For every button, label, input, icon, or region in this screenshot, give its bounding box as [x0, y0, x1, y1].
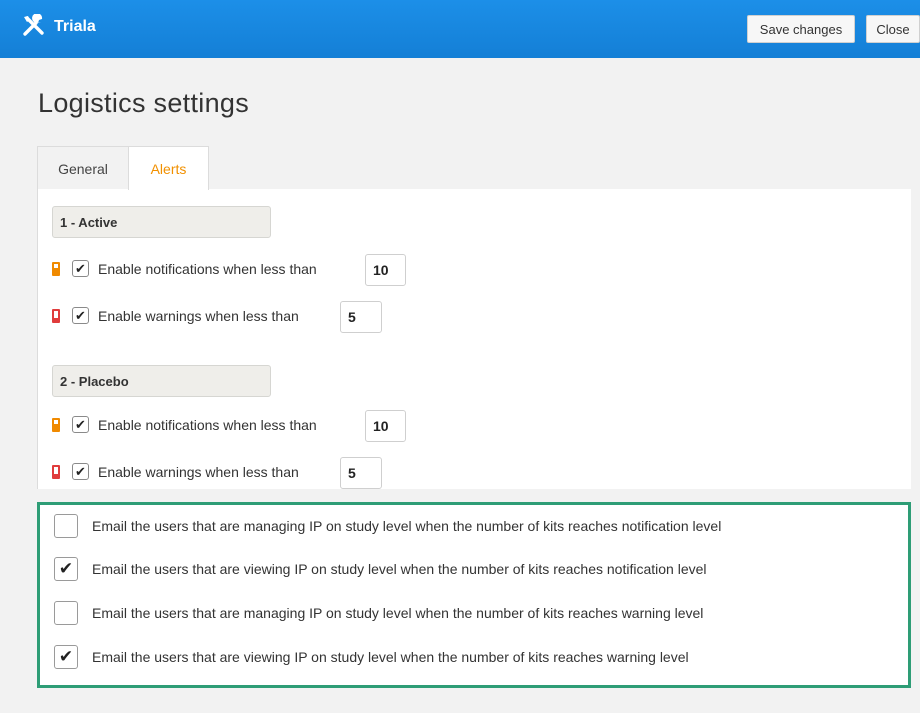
warning-label: Enable warnings when less than — [98, 464, 299, 480]
notification-threshold-input[interactable] — [365, 254, 406, 286]
enable-warnings-checkbox[interactable]: ✔ — [72, 307, 89, 324]
enable-warnings-checkbox[interactable]: ✔ — [72, 463, 89, 480]
tab-alerts[interactable]: Alerts — [128, 146, 209, 190]
level-notification-icon — [52, 418, 60, 432]
warning-row: ✔ Enable warnings when less than — [52, 301, 392, 333]
alerts-panel: 1 - Active ✔ Enable notifications when l… — [37, 189, 911, 489]
tab-general[interactable]: General — [37, 146, 129, 190]
notification-threshold-input[interactable] — [365, 410, 406, 442]
email-viewing-notification-checkbox[interactable]: ✔ — [54, 557, 78, 581]
notification-label: Enable notifications when less than — [98, 261, 317, 277]
email-option-label: Email the users that are viewing IP on s… — [92, 649, 689, 665]
level-warning-icon — [52, 309, 60, 323]
warning-threshold-input[interactable] — [340, 457, 382, 489]
notification-row: ✔ Enable notifications when less than — [52, 410, 412, 442]
tools-icon — [23, 14, 44, 36]
notification-row: ✔ Enable notifications when less than — [52, 254, 412, 286]
warning-label: Enable warnings when less than — [98, 308, 299, 324]
app-name: Triala — [54, 18, 96, 35]
close-button[interactable]: Close — [866, 15, 920, 43]
page-title: Logistics settings — [38, 88, 249, 118]
level-warning-icon — [52, 465, 60, 479]
enable-notifications-checkbox[interactable]: ✔ — [72, 416, 89, 433]
warning-row: ✔ Enable warnings when less than — [52, 457, 392, 489]
email-viewing-warning-checkbox[interactable]: ✔ — [54, 645, 78, 669]
top-bar: Triala Save changes Close — [0, 0, 920, 58]
notification-label: Enable notifications when less than — [98, 417, 317, 433]
save-button[interactable]: Save changes — [747, 15, 855, 43]
email-managing-warning-checkbox[interactable] — [54, 601, 78, 625]
email-managing-notification-checkbox[interactable] — [54, 514, 78, 538]
group-header-placebo: 2 - Placebo — [52, 365, 271, 397]
group-header-active: 1 - Active — [52, 206, 271, 238]
email-option-label: Email the users that are managing IP on … — [92, 518, 722, 534]
level-notification-icon — [52, 262, 60, 276]
warning-threshold-input[interactable] — [340, 301, 382, 333]
email-options-section: Email the users that are managing IP on … — [37, 502, 911, 688]
email-option-label: Email the users that are viewing IP on s… — [92, 561, 707, 577]
enable-notifications-checkbox[interactable]: ✔ — [72, 260, 89, 277]
email-option-label: Email the users that are managing IP on … — [92, 605, 704, 621]
